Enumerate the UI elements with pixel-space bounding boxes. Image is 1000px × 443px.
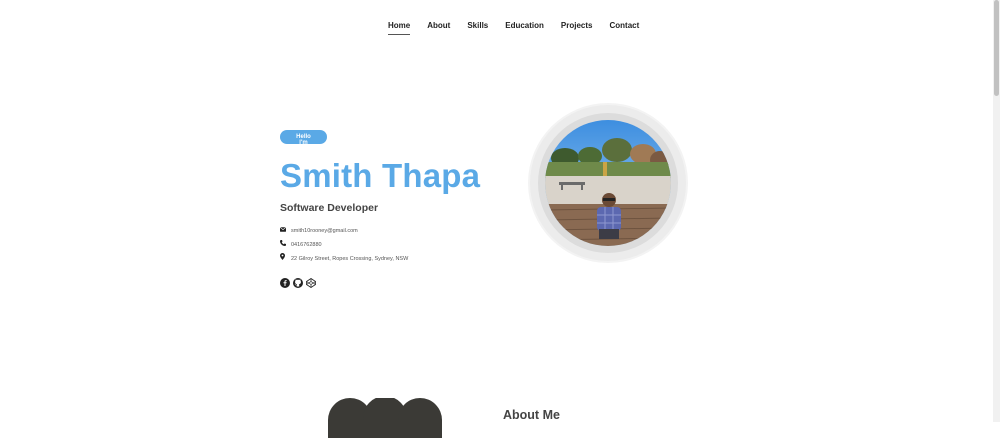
hero-intro: Hello I'm Smith Thapa Software Developer… bbox=[279, 130, 500, 288]
profile-photo-frame bbox=[530, 105, 686, 261]
hero-role: Software Developer bbox=[280, 202, 379, 214]
profile-photo-border bbox=[538, 113, 678, 253]
hello-badge: Hello I'm bbox=[280, 130, 327, 146]
contact-email: smith10rooney@gmail.com bbox=[279, 227, 358, 234]
nav-link-about[interactable]: About bbox=[427, 21, 450, 34]
contact-email-text: smith10rooney@gmail.com bbox=[291, 228, 358, 234]
scrollbar-thumb[interactable] bbox=[994, 0, 999, 96]
nav-link-skills[interactable]: Skills bbox=[467, 21, 488, 34]
contact-address-text: 22 Gilroy Street, Ropes Crossing, Sydney… bbox=[291, 256, 409, 262]
top-navigation: Home About Skills Education Projects Con… bbox=[0, 0, 993, 36]
map-marker-icon bbox=[280, 253, 288, 262]
envelope-icon bbox=[279, 227, 288, 234]
github-icon[interactable] bbox=[293, 275, 303, 288]
nav-item-skills: Skills bbox=[467, 15, 488, 35]
nav-link-home[interactable]: Home bbox=[388, 21, 411, 35]
nav-item-home: Home bbox=[388, 15, 411, 35]
hero-name: Smith Thapa bbox=[280, 157, 481, 194]
profile-photo bbox=[545, 120, 671, 246]
nav-link-contact[interactable]: Contact bbox=[610, 21, 640, 34]
nav-link-projects[interactable]: Projects bbox=[561, 21, 593, 34]
contact-address: 22 Gilroy Street, Ropes Crossing, Sydney… bbox=[280, 253, 408, 262]
nav-item-education: Education bbox=[505, 15, 544, 35]
codepen-icon[interactable] bbox=[306, 275, 316, 288]
contact-phone: 0416762880 bbox=[280, 240, 322, 248]
about-section-title: About Me bbox=[503, 408, 560, 422]
nav-item-projects: Projects bbox=[561, 15, 593, 35]
nav-item-contact: Contact bbox=[610, 15, 640, 35]
facebook-icon[interactable] bbox=[280, 275, 290, 288]
contact-phone-text: 0416762880 bbox=[291, 242, 322, 248]
nav-link-education[interactable]: Education bbox=[505, 21, 544, 34]
phone-icon bbox=[280, 240, 288, 248]
nav-item-about: About bbox=[427, 15, 450, 35]
page-scrollbar[interactable] bbox=[993, 0, 1000, 422]
social-links bbox=[280, 275, 319, 288]
about-illustration bbox=[310, 396, 460, 442]
